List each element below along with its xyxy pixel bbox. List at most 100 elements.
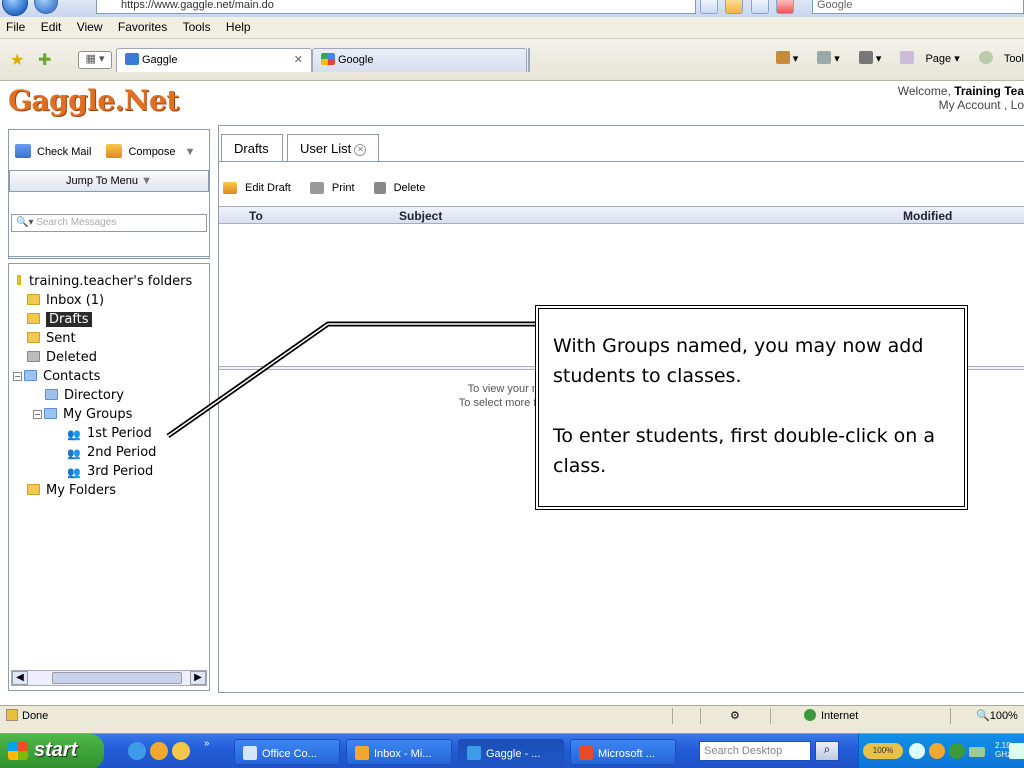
menu-help[interactable]: Help (220, 17, 257, 34)
zone-label: Internet (821, 710, 859, 722)
folder-my-groups[interactable]: − My Groups (33, 407, 132, 422)
security-lock-icon[interactable] (725, 0, 744, 14)
ie-quicklaunch-icon[interactable] (128, 742, 146, 760)
account-links[interactable]: My Account , Lo (898, 98, 1024, 112)
url-input[interactable]: https://www.gaggle.net/main.do (96, 0, 696, 14)
search-messages-input[interactable]: 🔍▾ Search Messages (11, 214, 207, 232)
scroll-left-icon[interactable]: ◀ (12, 671, 28, 685)
folder-contacts[interactable]: − Contacts (13, 369, 100, 384)
menu-view[interactable]: View (71, 17, 109, 34)
column-modified[interactable]: Modified (903, 209, 952, 223)
folder-inbox[interactable]: Inbox (1) (27, 293, 104, 308)
folder-drafts[interactable]: Drafts (27, 312, 92, 327)
page-icon (900, 51, 915, 64)
chevron-down-icon: ▼ (184, 146, 196, 158)
outlook-quicklaunch-icon[interactable] (150, 742, 168, 760)
tab-google[interactable]: Google (312, 48, 527, 72)
windows-logo-icon (8, 742, 28, 760)
messenger-quicklaunch-icon[interactable] (172, 742, 190, 760)
tree-root[interactable]: training.teacher's folders (17, 274, 192, 289)
compose-button[interactable]: Compose ▼ (106, 144, 201, 158)
home-button[interactable]: ▾ (768, 51, 798, 65)
folder-icon (27, 484, 40, 495)
privacy-icon[interactable]: ⚙ (730, 709, 740, 722)
tray-app-icon[interactable] (1009, 743, 1024, 759)
feeds-button[interactable]: ▾ (809, 51, 840, 65)
folder-my-folders[interactable]: My Folders (27, 483, 116, 498)
tree-horizontal-scrollbar[interactable]: ◀ ▶ (11, 670, 207, 686)
menu-edit[interactable]: Edit (35, 17, 68, 34)
gaggle-logo[interactable]: Gaggle.Net (8, 84, 179, 117)
quick-tabs-button[interactable]: ▦ ▾ (78, 51, 112, 69)
new-tab[interactable] (528, 48, 530, 72)
group-people-icon: 👥 (67, 466, 81, 479)
trash-icon (373, 182, 386, 194)
folder-deleted[interactable]: Deleted (27, 350, 97, 365)
back-arrow-icon[interactable] (909, 743, 925, 759)
task-inbox[interactable]: Inbox - Mi... (346, 739, 452, 765)
quicklaunch-more-icon[interactable]: » (204, 738, 210, 749)
task-gaggle[interactable]: Gaggle - ... (458, 739, 564, 765)
folder-sent[interactable]: Sent (27, 331, 76, 346)
user-name: Training Tea (954, 84, 1024, 98)
scroll-thumb[interactable] (52, 672, 182, 684)
group-2nd-period[interactable]: 👥 2nd Period (67, 445, 156, 460)
desktop-search-input[interactable]: Search Desktop (699, 741, 811, 761)
scroll-right-icon[interactable]: ▶ (190, 671, 206, 685)
tab-user-list[interactable]: User List ✕ (287, 134, 379, 162)
power-icon[interactable] (969, 747, 985, 757)
security-zone[interactable]: Internet (804, 709, 858, 722)
jump-to-menu-button[interactable]: Jump To Menu ▼ (9, 170, 209, 192)
inbox-label: Inbox (1) (46, 293, 105, 308)
refresh-button[interactable] (750, 0, 769, 14)
folder-tree: training.teacher's folders Inbox (1) Dra… (8, 263, 210, 691)
folder-directory[interactable]: Directory (45, 388, 124, 403)
browser-search-input[interactable]: Google (812, 0, 1024, 14)
network-icon[interactable] (949, 743, 965, 759)
tab-gaggle[interactable]: Gaggle ✕ (116, 48, 312, 72)
menu-favorites[interactable]: Favorites (112, 17, 173, 34)
column-subject[interactable]: Subject (399, 209, 442, 223)
collapse-icon[interactable]: − (13, 372, 22, 381)
group-1st-period[interactable]: 👥 1st Period (67, 426, 152, 441)
column-to[interactable]: To (249, 209, 263, 223)
jump-menu-label: Jump To Menu (66, 175, 138, 187)
tab-drafts[interactable]: Drafts (221, 134, 283, 162)
group-3rd-period[interactable]: 👥 3rd Period (67, 464, 153, 479)
edit-draft-label: Edit Draft (245, 182, 291, 194)
menu-file[interactable]: File (0, 17, 31, 34)
tab-google-label: Google (338, 54, 374, 66)
check-mail-label: Check Mail (37, 146, 92, 158)
battery-indicator[interactable]: 100% (863, 743, 903, 759)
delete-button[interactable]: Delete (373, 182, 434, 194)
compat-view-button[interactable] (700, 0, 718, 14)
task-office[interactable]: Office Co... (234, 739, 340, 765)
search-icon[interactable]: ⌕ (815, 741, 839, 761)
add-favorites-icon[interactable]: ✚ (38, 50, 51, 70)
print-button[interactable]: Print (309, 182, 363, 194)
task-microsoft[interactable]: Microsoft ... (570, 739, 676, 765)
page-menu[interactable]: Page ▾ (892, 51, 960, 65)
tab-user-list-label: User List (300, 141, 352, 156)
favorites-star-icon[interactable]: ★ (10, 50, 24, 70)
forward-button[interactable] (34, 0, 58, 14)
edit-draft-button[interactable]: Edit Draft (223, 182, 299, 194)
check-mail-button[interactable]: Check Mail (15, 144, 97, 158)
panel-divider[interactable] (9, 256, 209, 260)
tools-menu[interactable]: Tool (971, 51, 1024, 65)
menu-tools[interactable]: Tools (177, 17, 217, 34)
collapse-icon[interactable]: − (33, 410, 42, 419)
back-button[interactable] (2, 0, 28, 16)
close-tab-icon[interactable]: ✕ (294, 53, 303, 66)
status-done-label: Done (22, 710, 49, 722)
start-button[interactable]: start (0, 734, 104, 768)
status-divider (672, 708, 673, 724)
zoom-level[interactable]: 🔍100% (976, 709, 1018, 722)
task-label: Office Co... (262, 748, 317, 760)
stop-button[interactable] (776, 0, 795, 14)
deleted-label: Deleted (46, 350, 97, 365)
tools-menu-label: Tool (1003, 53, 1024, 65)
outlook-tray-icon[interactable] (929, 743, 945, 759)
close-tab-icon[interactable]: ✕ (354, 144, 367, 156)
print-browser-button[interactable]: ▾ (851, 51, 881, 65)
